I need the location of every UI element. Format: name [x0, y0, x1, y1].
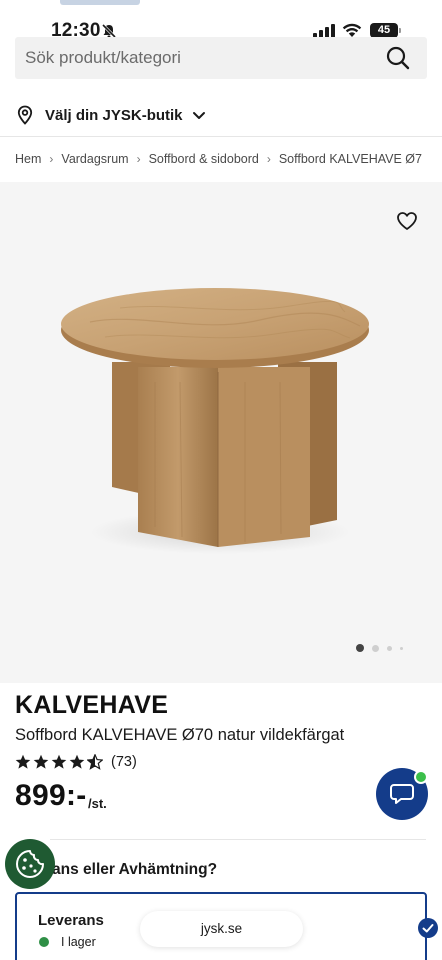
breadcrumb: Hem › Vardagsrum › Soffbord & sidobord ›…	[15, 150, 422, 168]
gallery-dot-2[interactable]	[372, 644, 379, 652]
search-input[interactable]	[25, 37, 375, 79]
battery-icon: 45	[370, 23, 402, 38]
battery-level: 45	[377, 24, 391, 36]
header-divider	[0, 136, 442, 137]
section-divider	[50, 839, 426, 840]
product-description: Soffbord KALVEHAVE Ø70 natur vildekfärga…	[15, 726, 345, 744]
cookie-icon	[16, 850, 44, 878]
star-half-icon	[87, 754, 103, 770]
gallery-dot-1[interactable]	[356, 644, 364, 652]
chat-online-indicator	[414, 770, 428, 784]
product-name: KALVEHAVE	[15, 691, 169, 719]
heart-icon[interactable]	[396, 210, 418, 232]
chat-bubble-icon	[390, 784, 414, 804]
breadcrumb-item-home[interactable]: Hem	[15, 152, 41, 166]
search-icon[interactable]	[385, 45, 411, 71]
product-image-coffee-table	[61, 288, 369, 554]
cookie-settings-button[interactable]	[5, 839, 55, 889]
delivery-question: ans eller Avhämtning?	[52, 861, 218, 878]
status-bar: 12:30 45	[0, 0, 442, 41]
check-circle-icon	[418, 918, 438, 938]
store-picker[interactable]: Välj din JYSK-butik	[15, 103, 207, 127]
delivery-option-title: Leverans	[38, 912, 104, 929]
gallery-dot-4[interactable]	[400, 646, 403, 650]
wifi-icon	[342, 23, 362, 37]
browser-url-bar[interactable]: jysk.se	[140, 911, 303, 947]
breadcrumb-separator-icon: ›	[266, 152, 271, 166]
star-full-icon	[69, 754, 85, 769]
price-unit: /st.	[88, 796, 107, 811]
location-pin-icon	[17, 105, 33, 125]
star-full-icon	[33, 754, 49, 769]
breadcrumb-separator-icon: ›	[136, 152, 141, 166]
star-full-icon	[51, 754, 67, 769]
review-count[interactable]: (73)	[111, 754, 137, 770]
product-rating[interactable]: (73)	[15, 752, 137, 772]
breadcrumb-item-soffbord-sidobord[interactable]: Soffbord & sidobord	[149, 152, 259, 166]
breadcrumb-item-current: Soffbord KALVEHAVE Ø7	[278, 152, 422, 166]
product-price: 899:-	[15, 779, 87, 812]
stock-status-label: I lager	[61, 935, 96, 949]
chevron-down-icon	[192, 112, 205, 119]
breadcrumb-separator-icon: ›	[49, 152, 54, 166]
product-gallery[interactable]	[0, 182, 442, 683]
stock-status-dot	[39, 937, 49, 947]
store-picker-label: Välj din JYSK-butik	[45, 106, 183, 124]
gallery-pagination	[356, 644, 411, 652]
search-bar	[15, 37, 427, 79]
status-bar-strip	[60, 0, 140, 5]
rating-stars	[15, 754, 105, 770]
gallery-dot-3[interactable]	[387, 645, 392, 651]
cellular-signal-icon	[313, 24, 335, 38]
star-full-icon	[15, 754, 31, 769]
breadcrumb-item-vardagsrum[interactable]: Vardagsrum	[61, 152, 128, 166]
